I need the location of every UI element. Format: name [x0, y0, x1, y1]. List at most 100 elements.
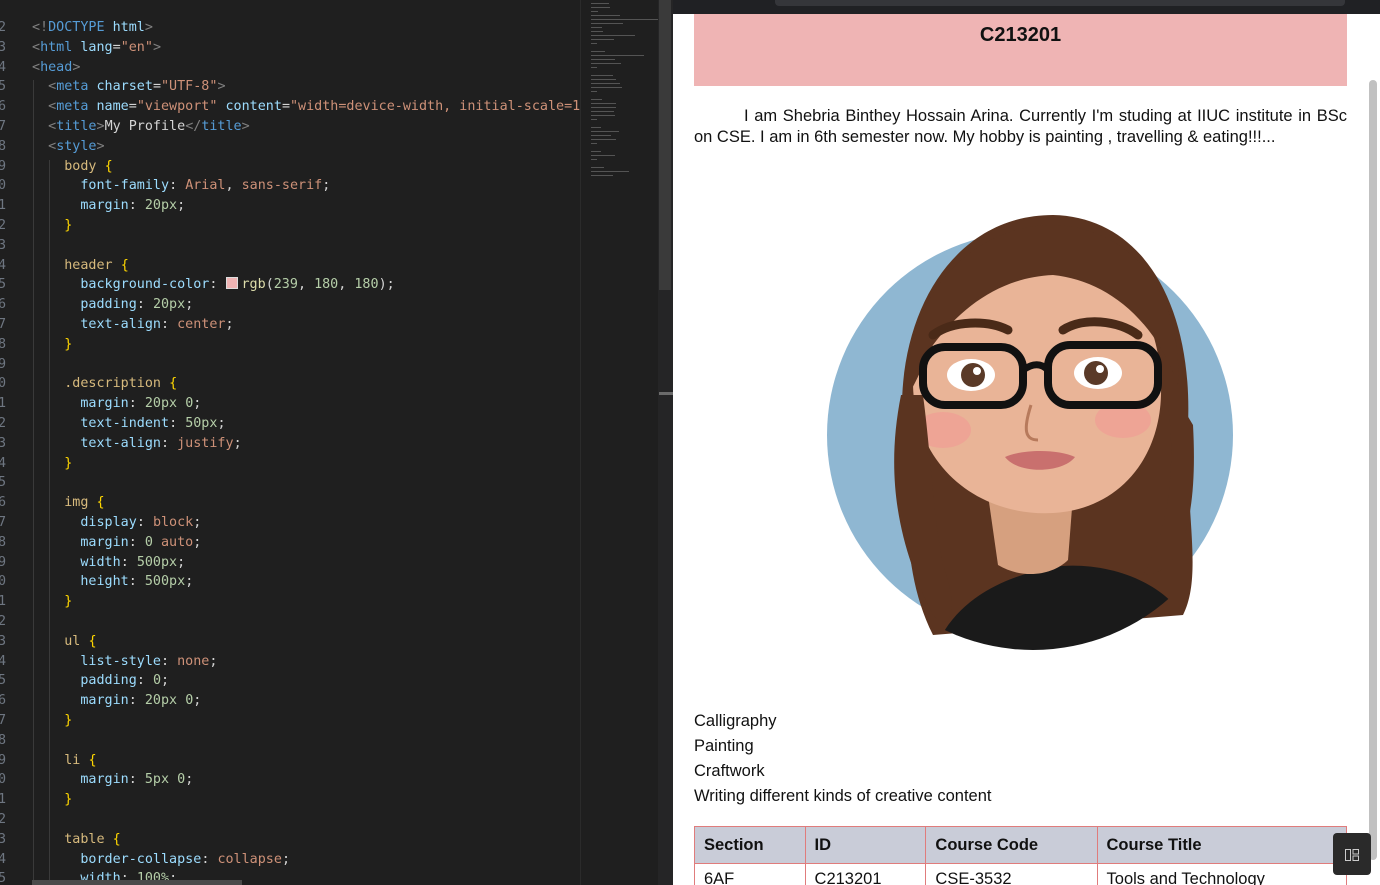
- code-line[interactable]: 4 <head>: [0, 58, 580, 78]
- code-line[interactable]: 5 background-color: rgb(239, 180, 180);: [0, 275, 580, 295]
- code-line[interactable]: 9 li {: [0, 751, 580, 771]
- code-token: }: [64, 218, 73, 233]
- code-token: 180: [314, 277, 339, 293]
- browser-preview[interactable]: C213201 I am Shebria Binthey Hossain Ari…: [673, 0, 1380, 885]
- line-number: 5: [0, 871, 7, 885]
- code-line[interactable]: 7 <title>My Profile</title>: [0, 117, 580, 137]
- code-line[interactable]: 7 text-align: center;: [0, 315, 580, 335]
- code-line[interactable]: 9 width: 500px;: [0, 553, 580, 573]
- code-line[interactable]: 3 <html lang="en">: [0, 38, 580, 58]
- color-swatch[interactable]: [225, 277, 238, 290]
- table-header-row: Section ID Course Code Course Title: [694, 826, 1348, 864]
- line-number: 4: [0, 851, 7, 867]
- code-line[interactable]: 0 font-family: Arial, sans-serif;: [0, 176, 580, 196]
- minimap-line: [591, 55, 644, 56]
- code-line[interactable]: 0 margin: 5px 0;: [0, 770, 580, 790]
- layout-toggle-button[interactable]: [1333, 833, 1371, 875]
- code-line[interactable]: 8 margin: 0 auto;: [0, 533, 580, 553]
- code-text: padding: 20px;: [32, 295, 193, 315]
- code-line[interactable]: 4 header {: [0, 256, 580, 276]
- address-bar[interactable]: [673, 0, 1380, 14]
- code-line[interactable]: 2: [0, 612, 580, 632]
- code-line[interactable]: 6 <meta name="viewport" content="width=d…: [0, 97, 580, 117]
- hobbies-list: Calligraphy Painting Craftwork Writing diff…: [694, 709, 991, 809]
- horizontal-scrollbar[interactable]: [32, 880, 242, 885]
- url-field[interactable]: [775, 0, 1345, 6]
- code-line[interactable]: 3: [0, 236, 580, 256]
- code-line[interactable]: 5 padding: 0;: [0, 671, 580, 691]
- code-line[interactable]: 3 text-align: justify;: [0, 434, 580, 454]
- table-cell: CSE-3532: [925, 863, 1098, 885]
- code-line[interactable]: 9: [0, 355, 580, 375]
- vertical-scrollbar[interactable]: [658, 0, 673, 885]
- scrollbar-thumb[interactable]: [659, 0, 671, 290]
- table-cell: 6AF: [694, 863, 806, 885]
- code-line[interactable]: 2: [0, 810, 580, 830]
- code-line[interactable]: 8 }: [0, 335, 580, 355]
- code-line[interactable]: 7 display: block;: [0, 513, 580, 533]
- code-line[interactable]: 1 }: [0, 790, 580, 810]
- minimap-line: [591, 115, 615, 116]
- line-number: 7: [0, 317, 7, 332]
- line-number: 1: [0, 594, 7, 610]
- code-token: center: [177, 317, 226, 332]
- code-line[interactable]: 9 body {: [0, 157, 580, 177]
- line-number: 6: [0, 495, 7, 511]
- minimap-line: [591, 87, 623, 88]
- code-token: ;: [193, 534, 202, 550]
- code-token: :: [209, 277, 226, 293]
- code-token: height: [80, 574, 129, 590]
- minimap-line: [591, 51, 606, 52]
- line-number: 5: [0, 475, 7, 491]
- code-line[interactable]: 8 <style>: [0, 137, 580, 157]
- code-editor[interactable]: 2 <!DOCTYPE html> 3 <html lang="en"> 4 <head>…: [0, 0, 580, 885]
- code-token: :: [169, 178, 186, 194]
- code-line[interactable]: 5 <meta charset="UTF-8">: [0, 77, 580, 97]
- code-token: body: [64, 158, 97, 174]
- code-line[interactable]: 2 }: [0, 216, 580, 236]
- code-line[interactable]: 3 ul {: [0, 632, 580, 652]
- code-line[interactable]: 3 table {: [0, 830, 580, 850]
- code-token: :: [120, 554, 137, 570]
- code-token: ;: [322, 178, 331, 194]
- minimap[interactable]: [580, 0, 659, 885]
- code-line[interactable]: 7 }: [0, 711, 580, 731]
- code-line[interactable]: 0 height: 500px;: [0, 572, 580, 592]
- code-line[interactable]: 1 }: [0, 592, 580, 612]
- code-token: </: [185, 119, 202, 134]
- code-line[interactable]: 2 text-indent: 50px;: [0, 414, 580, 434]
- code-line[interactable]: 4 }: [0, 454, 580, 474]
- hobby-item: Painting: [694, 737, 754, 755]
- table-header-cell: Section: [694, 826, 806, 864]
- code-text: }: [32, 790, 72, 810]
- code-line[interactable]: 1 margin: 20px;: [0, 196, 580, 216]
- code-line[interactable]: 8: [0, 731, 580, 751]
- preview-scrollbar[interactable]: [1369, 80, 1377, 860]
- code-token: Arial: [185, 178, 226, 194]
- minimap-line: [591, 7, 611, 8]
- code-line[interactable]: 6 img {: [0, 493, 580, 513]
- code-line[interactable]: 6 padding: 20px;: [0, 295, 580, 315]
- table-row: 6AF C213201 CSE-3532 Tools and Technology: [694, 863, 1348, 885]
- code-line[interactable]: 4 list-style: none;: [0, 652, 580, 672]
- code-token: auto: [161, 534, 194, 550]
- code-line[interactable]: 2 <!DOCTYPE html>: [0, 18, 580, 38]
- code-line[interactable]: 1 margin: 20px 0;: [0, 394, 580, 414]
- code-token: block: [152, 515, 194, 530]
- code-text: table {: [32, 830, 120, 850]
- code-line[interactable]: 5: [0, 473, 580, 493]
- code-token: margin: [80, 198, 129, 214]
- line-number: 8: [0, 138, 7, 154]
- code-line[interactable]: 4 border-collapse: collapse;: [0, 850, 580, 870]
- code-token: :: [136, 297, 153, 313]
- code-line[interactable]: 0 .description {: [0, 374, 580, 394]
- minimap-line: [591, 135, 612, 136]
- code-text: }: [32, 711, 72, 731]
- code-line[interactable]: 6 margin: 20px 0;: [0, 691, 580, 711]
- code-text: <style>: [32, 137, 104, 157]
- line-number: 5: [0, 673, 7, 689]
